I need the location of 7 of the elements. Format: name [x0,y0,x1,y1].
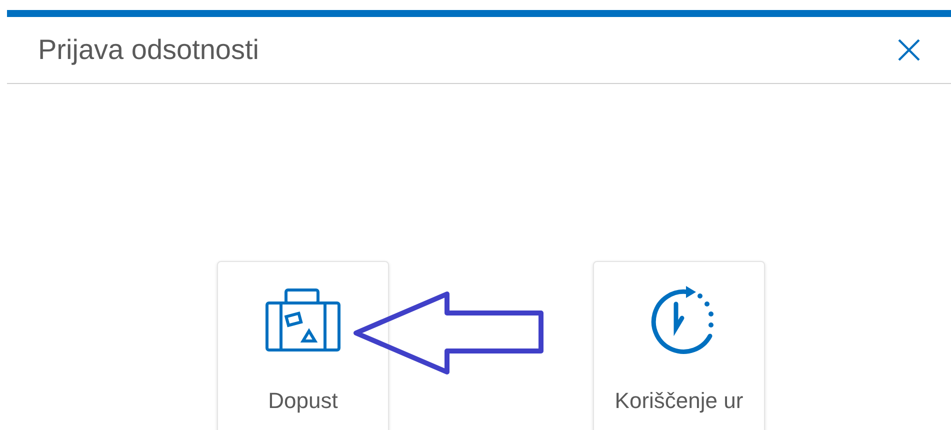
option-label: Koriščenje ur [614,387,744,415]
option-label: Dopust [268,387,338,415]
option-card[interactable]: Dopust [217,261,389,430]
option-card[interactable]: Koriščenje ur [593,261,765,430]
suitcase-icon [265,288,341,352]
close-icon [897,38,921,62]
dialog-title: Prijava odsotnosti [38,36,260,64]
